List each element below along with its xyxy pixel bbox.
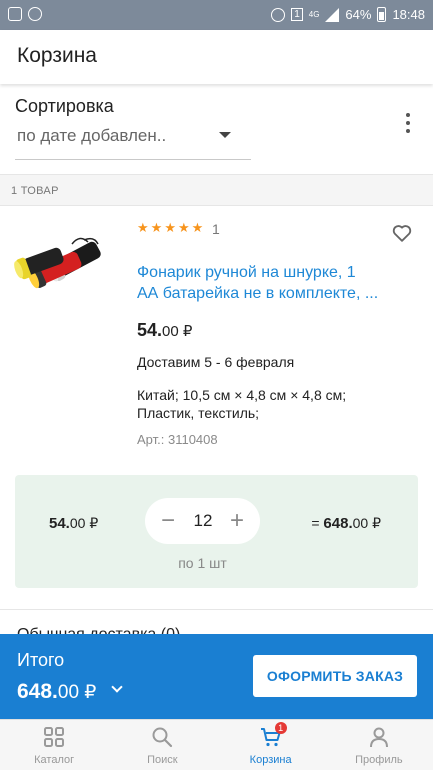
specs-line2: Пластик, текстиль; <box>137 405 260 421</box>
place-order-button[interactable]: ОФОРМИТЬ ЗАКАЗ <box>253 655 417 697</box>
items-count: 1 ТОВАР <box>11 185 59 197</box>
specs-line1: Китай; 10,5 см × 4,8 см × 4,8 см; <box>137 387 347 403</box>
alarm-icon <box>271 7 286 22</box>
checkout-bar: Итого 648.00 ₽ ОФОРМИТЬ ЗАКАЗ <box>0 634 433 719</box>
line-total-prefix: = <box>311 515 324 531</box>
rating-stars: ★ ★ ★ ★ ★ <box>137 220 203 236</box>
article-number: Арт.: 3110408 <box>137 432 218 447</box>
total-main: 648. <box>17 680 58 703</box>
star-icon: ★ <box>177 220 190 235</box>
price-cents: 00 ₽ <box>162 323 193 340</box>
quantity-stepper: − 12 + <box>145 498 260 544</box>
product-title-line1: Фонарик ручной на шнурке, 1 <box>137 264 356 281</box>
total-amount[interactable]: 648.00 ₽ <box>17 680 96 704</box>
grid-icon <box>44 727 65 747</box>
per-unit-label: по 1 шт <box>178 555 227 571</box>
rating-count[interactable]: 1 <box>212 221 220 237</box>
person-icon <box>369 727 388 748</box>
signal-icon <box>325 7 340 22</box>
battery-percent: 64% <box>345 7 372 22</box>
clock: 18:48 <box>392 7 425 22</box>
search-icon <box>152 727 173 748</box>
line-total: = 648.00 ₽ <box>311 515 381 532</box>
total-cents: 00 ₽ <box>57 682 97 703</box>
product-image[interactable] <box>14 234 106 296</box>
app-bar: Корзина <box>0 30 433 84</box>
line-total-cents: 00 ₽ <box>352 515 381 531</box>
chevron-down-icon[interactable] <box>111 681 123 693</box>
nav-cart-label: Корзина <box>249 754 292 766</box>
star-icon: ★ <box>164 220 176 235</box>
nav-cart[interactable]: 1 Корзина <box>217 720 325 770</box>
nav-catalog-label: Каталог <box>34 754 75 766</box>
star-icon: ★ <box>137 220 149 235</box>
line-total-main: 648. <box>323 515 353 532</box>
dropdown-caret-icon <box>219 132 231 138</box>
page-title: Корзина <box>17 44 97 67</box>
sort-value: по дате добавлен.. <box>17 126 167 145</box>
items-count-header: 1 ТОВАР <box>0 174 433 206</box>
product-title-line2: АА батарейка не в комплекте, ... <box>137 285 379 302</box>
decrease-quantity-button[interactable]: − <box>153 504 183 538</box>
star-icon: ★ <box>150 220 163 235</box>
cart-badge: 1 <box>274 722 287 734</box>
favorite-heart-icon[interactable] <box>391 222 413 244</box>
unit-price: 54.00 ₽ <box>49 515 98 532</box>
nav-search[interactable]: Поиск <box>108 720 216 770</box>
sim-indicator: 1 <box>291 8 303 21</box>
divider <box>0 609 433 610</box>
bottom-navigation: Каталог Поиск 1 Корзина Профиль <box>0 719 433 770</box>
status-bar: 1 4G 64% 18:48 <box>0 0 433 30</box>
network-type: 4G <box>308 10 320 19</box>
price-main: 54. <box>137 320 163 340</box>
product-price: 54.00 ₽ <box>137 320 192 341</box>
nav-catalog[interactable]: Каталог <box>0 720 108 770</box>
quantity-panel: 54.00 ₽ − 12 + по 1 шт = 648.00 ₽ <box>15 475 418 588</box>
nav-profile[interactable]: Профиль <box>325 720 433 770</box>
product-specs: Китай; 10,5 см × 4,8 см × 4,8 см; Пласти… <box>137 386 397 422</box>
star-icon: ★ <box>191 220 204 235</box>
total-label: Итого <box>17 650 65 670</box>
unit-price-main: 54. <box>49 515 70 532</box>
sort-dropdown[interactable]: по дате добавлен.. <box>15 122 251 160</box>
delivery-date: Доставим 5 - 6 февраля <box>137 354 295 370</box>
product-title-link[interactable]: Фонарик ручной на шнурке, 1 АА батарейка… <box>137 262 397 304</box>
sort-label: Сортировка <box>15 96 114 116</box>
nav-profile-label: Профиль <box>355 754 403 766</box>
battery-icon <box>377 7 387 22</box>
increase-quantity-button[interactable]: + <box>222 504 252 538</box>
app-icon <box>28 7 42 21</box>
unit-price-cents: 00 ₽ <box>69 515 99 531</box>
nav-search-label: Поиск <box>147 754 178 766</box>
quantity-value[interactable]: 12 <box>185 511 221 531</box>
more-options-icon[interactable] <box>405 113 411 133</box>
notification-icon <box>8 7 22 21</box>
